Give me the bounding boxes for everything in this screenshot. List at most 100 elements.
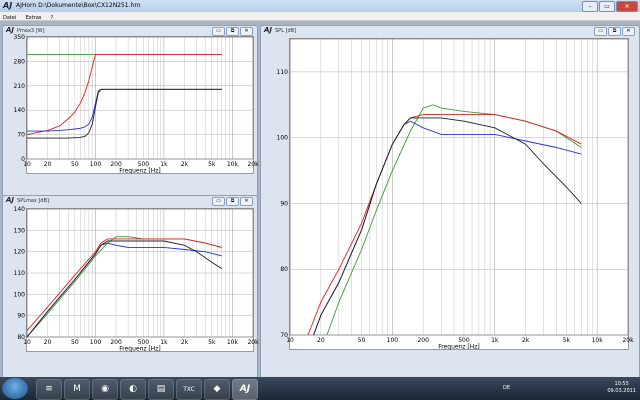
panel-restore-button[interactable]: ⧉ <box>608 27 621 36</box>
taskbar-app-icon[interactable]: ◆ <box>204 379 230 400</box>
clock-date: 09.03.2011 <box>607 388 636 394</box>
x-axis-label: Frequenz [Hz] <box>119 346 161 353</box>
x-tick-label: 100 <box>387 337 399 344</box>
panel-close-button[interactable]: ✕ <box>240 197 253 206</box>
x-tick-label: 10k <box>592 337 604 344</box>
x-tick-label: 10 <box>23 339 31 346</box>
series-line-3 <box>313 117 582 336</box>
x-tick-label: 20k <box>247 339 259 346</box>
y-tick-label: 100 <box>277 135 289 142</box>
series-line-1 <box>26 238 222 331</box>
x-tick-label: 20 <box>317 337 325 344</box>
series-line-2 <box>313 120 582 336</box>
panel-splmax-titlebar: AJ SPLmax [dB] ▭ ⧉ ✕ <box>5 196 255 206</box>
x-tick-label: 20 <box>44 161 52 168</box>
taskbar-app-icon[interactable]: ◐ <box>120 379 146 400</box>
window-title: AJHorn D:\Dokumente\Box\CX12N251.hrn <box>16 2 141 9</box>
panel-spl[interactable]: AJ SPL [dB] ▭ ⧉ ✕ 110 100 90 80 70 10 20 50 100 2… <box>260 25 640 379</box>
x-tick-label: 50 <box>71 161 79 168</box>
clock-time: 10:55 <box>614 381 629 387</box>
start-button[interactable] <box>2 378 28 399</box>
txc-app-icon[interactable]: TXC <box>176 379 202 400</box>
y-tick-label: 110 <box>277 69 289 76</box>
system-clock[interactable]: 10:55 09.03.2011 <box>607 381 636 395</box>
x-tick-label: 10 <box>286 337 294 344</box>
close-button[interactable]: ✕ <box>616 1 638 12</box>
ajhorn-taskbar-icon[interactable]: AJ <box>232 379 258 400</box>
x-tick-label: 5k <box>208 161 216 168</box>
x-tick-label: 2k <box>181 161 189 168</box>
spl-chart: 11010090807010 20 50 100 200 500 1k 2k 5k 10k 20kF… <box>277 38 634 351</box>
mdi-workspace: AJ Pmax3 [W] ▭ ⧉ ✕ 350 280 210 140 70 0 10 20 50… <box>0 21 640 379</box>
panel-restore-button[interactable]: ⧉ <box>226 27 239 36</box>
x-tick-label: 100 <box>90 161 102 168</box>
y-tick-label: 280 <box>14 58 26 65</box>
x-tick-label: 20 <box>44 339 52 346</box>
y-tick-label: 70 <box>17 132 25 139</box>
panel-restore-button[interactable]: ⧉ <box>226 197 239 206</box>
panel-minimize-button[interactable]: ▭ <box>212 27 225 36</box>
x-tick-label: 1k <box>160 339 168 346</box>
plot-frame <box>289 38 629 336</box>
x-tick-label: 50 <box>358 337 366 344</box>
panel-close-button[interactable]: ✕ <box>240 27 253 36</box>
x-tick-label: 2k <box>522 337 530 344</box>
series-line-1 <box>26 53 222 136</box>
taskbar: ≡ M ◉ ◐ ▤ TXC ◆ AJ DE 10:55 09.03.2011 <box>0 377 640 400</box>
x-tick-label: 100 <box>90 339 102 346</box>
series-line-2 <box>26 242 222 338</box>
panel-logo-icon: AJ <box>6 26 15 34</box>
window-controls: – ▭ ✕ <box>582 1 638 12</box>
panel-spl-titlebar: AJ SPL [dB] ▭ ⧉ ✕ <box>263 26 637 36</box>
x-tick-label: 1k <box>160 161 168 168</box>
y-tick-label: 350 <box>14 34 26 41</box>
firefox-icon[interactable]: ◉ <box>92 379 118 400</box>
x-tick-label: 2k <box>181 339 189 346</box>
y-tick-label: 80 <box>280 266 288 273</box>
panel-logo-icon: AJ <box>264 26 273 34</box>
panel-pmax-controls: ▭ ⧉ ✕ <box>212 27 253 36</box>
app-logo-icon: AJ <box>3 1 13 10</box>
y-tick-label: 100 <box>14 291 26 298</box>
x-axis-label: Frequenz [Hz] <box>438 344 480 351</box>
language-indicator[interactable]: DE <box>503 385 510 391</box>
panel-logo-icon: AJ <box>6 196 15 204</box>
panel-close-button[interactable]: ✕ <box>622 27 635 36</box>
panel-minimize-button[interactable]: ▭ <box>594 27 607 36</box>
y-tick-label: 90 <box>17 313 25 320</box>
maximize-button[interactable]: ▭ <box>599 1 615 12</box>
explorer-icon[interactable]: ▤ <box>148 379 174 400</box>
y-tick-label: 140 <box>14 107 26 114</box>
y-tick-label: 130 <box>14 227 26 234</box>
x-tick-label: 10k <box>227 161 239 168</box>
panel-pmax[interactable]: AJ Pmax3 [W] ▭ ⧉ ✕ 350 280 210 140 70 0 10 20 50… <box>2 25 260 197</box>
panel-pmax-titlebar: AJ Pmax3 [W] ▭ ⧉ ✕ <box>5 26 255 36</box>
panel-spl-controls: ▭ ⧉ ✕ <box>594 27 635 36</box>
y-tick-label: 210 <box>14 83 26 90</box>
menu-bar: Datei Extras ? <box>0 12 640 21</box>
x-tick-label: 10k <box>227 339 239 346</box>
panel-splmax-label: SPLmax [dB] <box>17 198 49 204</box>
y-tick-label: 120 <box>14 249 26 256</box>
series-line-3 <box>26 240 223 338</box>
panel-splmax[interactable]: AJ SPLmax [dB] ▭ ⧉ ✕ 140 130 120 110 100 90 80… <box>2 195 260 379</box>
x-tick-label: 5k <box>563 337 571 344</box>
window-titlebar: AJ AJHorn D:\Dokumente\Box\CX12N251.hrn … <box>0 0 640 12</box>
x-tick-label: 200 <box>417 337 429 344</box>
plot-frame <box>26 36 254 160</box>
x-tick-label: 20k <box>247 161 259 168</box>
panel-splmax-controls: ▭ ⧉ ✕ <box>212 197 253 206</box>
x-tick-label: 5k <box>208 339 216 346</box>
x-tick-label: 50 <box>71 339 79 346</box>
x-tick-label: 10 <box>23 161 31 168</box>
panel-spl-label: SPL [dB] <box>275 28 297 34</box>
minimize-button[interactable]: – <box>582 1 598 12</box>
pmax-chart: 35028021014070010 20 50 100 200 500 1k 2k 5k 10k 2… <box>14 34 260 175</box>
splmax-chart: 140130120110100908010 20 50 100 200 500 1k 2k 5k… <box>14 206 260 353</box>
taskbar-app-icon[interactable]: M <box>64 379 90 400</box>
panel-minimize-button[interactable]: ▭ <box>212 197 225 206</box>
y-tick-label: 90 <box>280 200 288 207</box>
taskbar-app-icon[interactable]: ≡ <box>36 379 62 400</box>
x-tick-label: 20k <box>622 337 634 344</box>
y-tick-label: 140 <box>14 206 26 213</box>
